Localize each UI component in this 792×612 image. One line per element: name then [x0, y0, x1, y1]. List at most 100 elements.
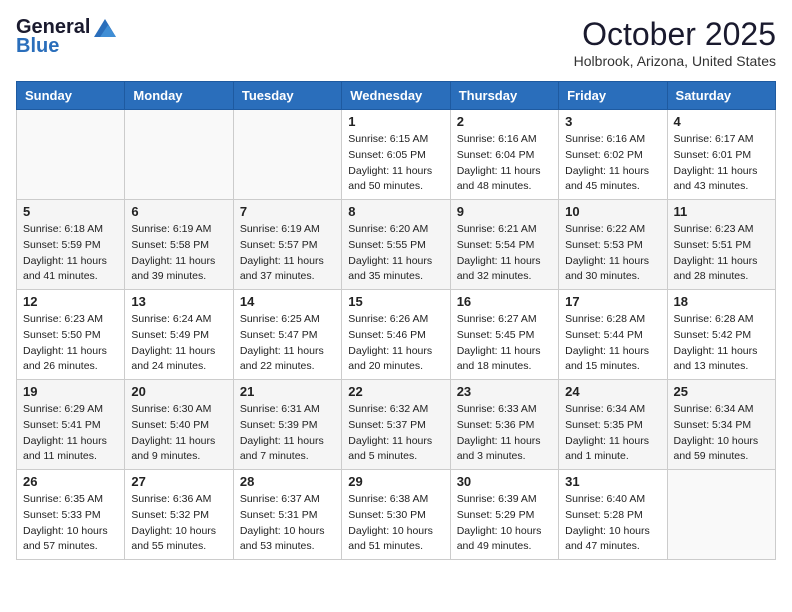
calendar-day-cell: 9 Sunrise: 6:21 AM Sunset: 5:54 PM Daylig…: [450, 200, 558, 290]
day-info: Sunrise: 6:26 AM Sunset: 5:46 PM Dayligh…: [348, 312, 443, 375]
day-of-week-header: Sunday: [17, 82, 125, 110]
calendar-week-row: 12Sunrise: 6:23 AM Sunset: 5:50 PM Dayli…: [17, 290, 776, 380]
page-header: General Blue October 2025 Holbrook, Ariz…: [16, 16, 776, 69]
calendar-day-cell: 13Sunrise: 6:24 AM Sunset: 5:49 PM Dayli…: [125, 290, 233, 380]
day-info: Sunrise: 6:23 AM Sunset: 5:50 PM Dayligh…: [23, 312, 118, 375]
day-info: Sunrise: 6:22 AM Sunset: 5:53 PM Dayligh…: [565, 222, 660, 285]
calendar-day-cell: 14Sunrise: 6:25 AM Sunset: 5:47 PM Dayli…: [233, 290, 341, 380]
day-number: 28: [240, 474, 335, 489]
day-info: Sunrise: 6:28 AM Sunset: 5:42 PM Dayligh…: [674, 312, 769, 375]
day-info: Sunrise: 6:33 AM Sunset: 5:36 PM Dayligh…: [457, 402, 552, 465]
day-number: 9: [457, 204, 552, 219]
day-of-week-header: Friday: [559, 82, 667, 110]
calendar-day-cell: 7Sunrise: 6:19 AM Sunset: 5:57 PM Daylig…: [233, 200, 341, 290]
calendar-day-cell: 8Sunrise: 6:20 AM Sunset: 5:55 PM Daylig…: [342, 200, 450, 290]
day-info: Sunrise: 6:18 AM Sunset: 5:59 PM Dayligh…: [23, 222, 118, 285]
day-number: 5: [23, 204, 118, 219]
month-title: October 2025: [574, 16, 776, 53]
day-of-week-header: Saturday: [667, 82, 775, 110]
calendar-day-cell: 30Sunrise: 6:39 AM Sunset: 5:29 PM Dayli…: [450, 470, 558, 560]
calendar-day-cell: 18 Sunrise: 6:28 AM Sunset: 5:42 PM Dayli…: [667, 290, 775, 380]
day-number: 16: [457, 294, 552, 309]
calendar-day-cell: 20 Sunrise: 6:30 AM Sunset: 5:40 PM Dayli…: [125, 380, 233, 470]
calendar-day-cell: 28 Sunrise: 6:37 AM Sunset: 5:31 PM Dayli…: [233, 470, 341, 560]
location: Holbrook, Arizona, United States: [574, 53, 776, 69]
day-number: 1: [348, 114, 443, 129]
logo: General Blue: [16, 16, 116, 58]
day-info: Sunrise: 6:37 AM Sunset: 5:31 PM Dayligh…: [240, 492, 335, 555]
calendar-day-cell: 10 Sunrise: 6:22 AM Sunset: 5:53 PM Dayli…: [559, 200, 667, 290]
calendar-day-cell: 15 Sunrise: 6:26 AM Sunset: 5:46 PM Dayli…: [342, 290, 450, 380]
day-number: 14: [240, 294, 335, 309]
calendar-day-cell: 16Sunrise: 6:27 AM Sunset: 5:45 PM Dayli…: [450, 290, 558, 380]
calendar-week-row: 1 Sunrise: 6:15 AM Sunset: 6:05 PM Daylig…: [17, 110, 776, 200]
calendar-day-cell: [17, 110, 125, 200]
day-info: Sunrise: 6:35 AM Sunset: 5:33 PM Dayligh…: [23, 492, 118, 555]
day-info: Sunrise: 6:21 AM Sunset: 5:54 PM Dayligh…: [457, 222, 552, 285]
calendar-day-cell: 6 Sunrise: 6:19 AM Sunset: 5:58 PM Daylig…: [125, 200, 233, 290]
day-of-week-header: Tuesday: [233, 82, 341, 110]
day-number: 29: [348, 474, 443, 489]
logo-icon: [94, 19, 116, 37]
title-section: October 2025 Holbrook, Arizona, United S…: [574, 16, 776, 69]
calendar-day-cell: [667, 470, 775, 560]
calendar-week-row: 19 Sunrise: 6:29 AM Sunset: 5:41 PM Dayli…: [17, 380, 776, 470]
day-number: 3: [565, 114, 660, 129]
day-info: Sunrise: 6:23 AM Sunset: 5:51 PM Dayligh…: [674, 222, 769, 285]
day-number: 6: [131, 204, 226, 219]
day-info: Sunrise: 6:32 AM Sunset: 5:37 PM Dayligh…: [348, 402, 443, 465]
calendar-header-row: SundayMondayTuesdayWednesdayThursdayFrid…: [17, 82, 776, 110]
day-number: 10: [565, 204, 660, 219]
calendar-week-row: 26Sunrise: 6:35 AM Sunset: 5:33 PM Dayli…: [17, 470, 776, 560]
day-number: 20: [131, 384, 226, 399]
calendar-day-cell: 17Sunrise: 6:28 AM Sunset: 5:44 PM Dayli…: [559, 290, 667, 380]
calendar-day-cell: 22 Sunrise: 6:32 AM Sunset: 5:37 PM Dayli…: [342, 380, 450, 470]
day-number: 18: [674, 294, 769, 309]
day-number: 17: [565, 294, 660, 309]
calendar-day-cell: 26Sunrise: 6:35 AM Sunset: 5:33 PM Dayli…: [17, 470, 125, 560]
day-number: 27: [131, 474, 226, 489]
calendar-day-cell: 31 Sunrise: 6:40 AM Sunset: 5:28 PM Dayli…: [559, 470, 667, 560]
day-number: 31: [565, 474, 660, 489]
calendar-day-cell: 19 Sunrise: 6:29 AM Sunset: 5:41 PM Dayli…: [17, 380, 125, 470]
calendar-table: SundayMondayTuesdayWednesdayThursdayFrid…: [16, 81, 776, 560]
calendar-day-cell: 29 Sunrise: 6:38 AM Sunset: 5:30 PM Dayli…: [342, 470, 450, 560]
calendar-week-row: 5 Sunrise: 6:18 AM Sunset: 5:59 PM Daylig…: [17, 200, 776, 290]
calendar-day-cell: 21 Sunrise: 6:31 AM Sunset: 5:39 PM Dayli…: [233, 380, 341, 470]
day-info: Sunrise: 6:34 AM Sunset: 5:34 PM Dayligh…: [674, 402, 769, 465]
calendar-day-cell: 4Sunrise: 6:17 AM Sunset: 6:01 PM Daylig…: [667, 110, 775, 200]
day-number: 19: [23, 384, 118, 399]
day-info: Sunrise: 6:19 AM Sunset: 5:57 PM Dayligh…: [240, 222, 335, 285]
day-info: Sunrise: 6:34 AM Sunset: 5:35 PM Dayligh…: [565, 402, 660, 465]
day-info: Sunrise: 6:31 AM Sunset: 5:39 PM Dayligh…: [240, 402, 335, 465]
day-info: Sunrise: 6:40 AM Sunset: 5:28 PM Dayligh…: [565, 492, 660, 555]
day-number: 23: [457, 384, 552, 399]
day-info: Sunrise: 6:30 AM Sunset: 5:40 PM Dayligh…: [131, 402, 226, 465]
day-info: Sunrise: 6:29 AM Sunset: 5:41 PM Dayligh…: [23, 402, 118, 465]
calendar-day-cell: 5 Sunrise: 6:18 AM Sunset: 5:59 PM Daylig…: [17, 200, 125, 290]
day-info: Sunrise: 6:39 AM Sunset: 5:29 PM Dayligh…: [457, 492, 552, 555]
day-number: 15: [348, 294, 443, 309]
logo-blue-text: Blue: [16, 35, 59, 58]
calendar-day-cell: 11 Sunrise: 6:23 AM Sunset: 5:51 PM Dayli…: [667, 200, 775, 290]
calendar-day-cell: [125, 110, 233, 200]
day-info: Sunrise: 6:38 AM Sunset: 5:30 PM Dayligh…: [348, 492, 443, 555]
day-info: Sunrise: 6:15 AM Sunset: 6:05 PM Dayligh…: [348, 132, 443, 195]
day-number: 11: [674, 204, 769, 219]
calendar-day-cell: [233, 110, 341, 200]
calendar-day-cell: 2 Sunrise: 6:16 AM Sunset: 6:04 PM Daylig…: [450, 110, 558, 200]
day-number: 24: [565, 384, 660, 399]
day-number: 2: [457, 114, 552, 129]
day-info: Sunrise: 6:19 AM Sunset: 5:58 PM Dayligh…: [131, 222, 226, 285]
calendar-day-cell: 12Sunrise: 6:23 AM Sunset: 5:50 PM Dayli…: [17, 290, 125, 380]
day-number: 22: [348, 384, 443, 399]
calendar-day-cell: 23 Sunrise: 6:33 AM Sunset: 5:36 PM Dayli…: [450, 380, 558, 470]
calendar-day-cell: 24 Sunrise: 6:34 AM Sunset: 5:35 PM Dayli…: [559, 380, 667, 470]
day-info: Sunrise: 6:24 AM Sunset: 5:49 PM Dayligh…: [131, 312, 226, 375]
day-info: Sunrise: 6:16 AM Sunset: 6:04 PM Dayligh…: [457, 132, 552, 195]
day-number: 21: [240, 384, 335, 399]
day-of-week-header: Monday: [125, 82, 233, 110]
day-info: Sunrise: 6:16 AM Sunset: 6:02 PM Dayligh…: [565, 132, 660, 195]
calendar-day-cell: 27Sunrise: 6:36 AM Sunset: 5:32 PM Dayli…: [125, 470, 233, 560]
day-info: Sunrise: 6:17 AM Sunset: 6:01 PM Dayligh…: [674, 132, 769, 195]
